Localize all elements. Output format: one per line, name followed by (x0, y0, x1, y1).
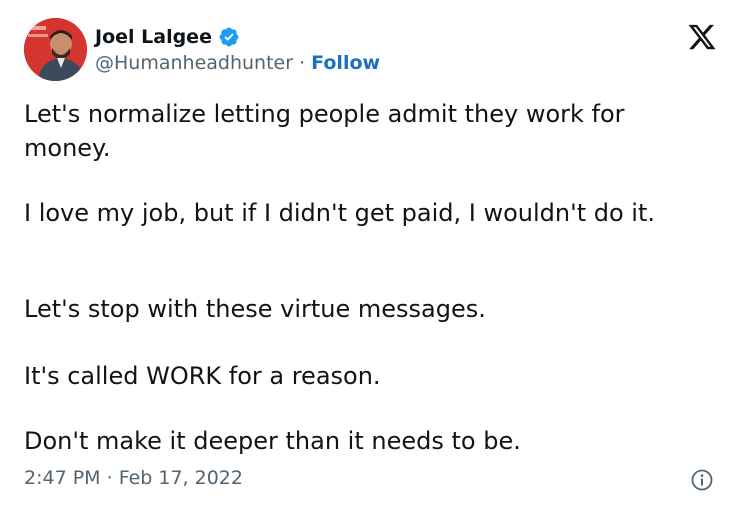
tweet-timestamp[interactable]: 2:47 PM · Feb 17, 2022 (24, 466, 243, 490)
author-handle-row: @Humanheadhunter · Follow (95, 51, 380, 75)
handle-separator: · (293, 52, 312, 74)
tweet-paragraph: Let's normalize letting people admit the… (24, 100, 625, 162)
author-display-name[interactable]: Joel Lalgee (95, 25, 212, 49)
tweet-card: Joel Lalgee @Humanheadhunter · Follow Le… (0, 0, 740, 506)
info-icon[interactable] (690, 468, 714, 492)
tweet-paragraph: I love my job, but if I didn't get paid,… (24, 199, 656, 227)
timestamp-separator: · (100, 467, 119, 489)
tweet-time: 2:47 PM (24, 467, 101, 489)
author-name-row: Joel Lalgee (95, 25, 240, 49)
tweet-paragraph: Let's stop with these virtue messages. (24, 295, 486, 323)
follow-button[interactable]: Follow (311, 52, 380, 74)
author-handle[interactable]: @Humanheadhunter (95, 52, 293, 74)
avatar[interactable] (24, 18, 87, 81)
tweet-paragraph: It's called WORK for a reason. (24, 362, 381, 390)
x-logo-icon[interactable] (686, 22, 718, 52)
verified-badge-icon (219, 27, 239, 47)
tweet-date: Feb 17, 2022 (118, 467, 243, 489)
tweet-paragraph: Don't make it deeper than it needs to be… (24, 427, 521, 455)
